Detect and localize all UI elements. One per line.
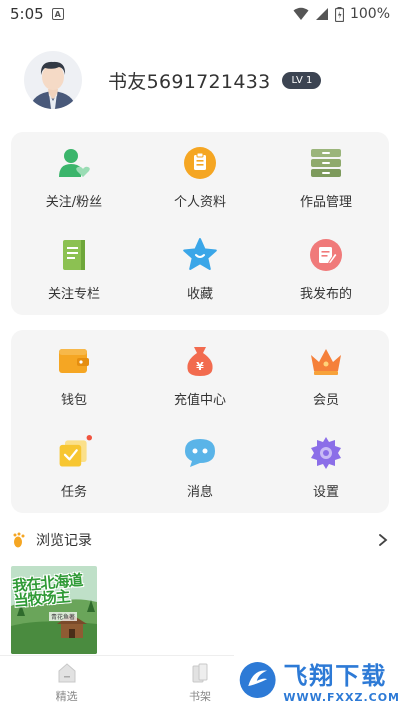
menu-my-published[interactable]: 我发布的 (263, 224, 389, 316)
gear-icon (308, 435, 344, 471)
avatar[interactable] (24, 51, 82, 109)
nav-featured[interactable]: 精选 (0, 656, 133, 710)
menu-wallet-label: 钱包 (60, 393, 87, 409)
menu-follow-columns[interactable]: 关注专栏 (11, 224, 137, 316)
menu-favorites-label: 收藏 (186, 286, 213, 302)
message-bubble-icon (182, 435, 218, 471)
username: 书友5691721433 (108, 70, 271, 93)
task-icon (56, 434, 92, 471)
signal-icon (315, 8, 328, 20)
browsing-history-header[interactable]: 浏览记录 (0, 528, 400, 552)
column-notebook-icon (56, 237, 92, 273)
menu-recharge-center-label: 充值中心 (173, 393, 226, 409)
menu-recharge-center[interactable]: ¥ 充值中心 (137, 330, 263, 422)
menu-follow-fans-label: 关注/粉丝 (45, 195, 103, 211)
nav-bookshelf-label: 书架 (188, 690, 211, 703)
crown-icon (308, 343, 344, 379)
battery-percent: 100% (349, 6, 390, 22)
menu-tasks[interactable]: 任务 (11, 422, 137, 514)
follow-fans-icon (56, 145, 92, 181)
status-bar: 5:05 A 100% (0, 0, 400, 28)
level-badge: LV 1 (282, 71, 322, 89)
menu-wallet[interactable]: 钱包 (11, 330, 137, 422)
profile-clipboard-icon (182, 145, 218, 181)
watermark-title: 飞翔下载 (283, 662, 388, 690)
menu-follow-fans[interactable]: 关注/粉丝 (11, 132, 137, 224)
book-cover-author: 青花鱼著 (49, 612, 78, 621)
svg-text:¥: ¥ (196, 360, 204, 373)
bookshelf-icon (192, 663, 208, 683)
footprint-icon (13, 532, 25, 548)
menu-follow-columns-label: 关注专栏 (47, 286, 100, 302)
menu-settings[interactable]: 设置 (263, 422, 389, 514)
menu-profile-info-label: 个人资料 (173, 195, 226, 211)
star-icon (182, 237, 218, 273)
watermark: 飞翔下载 WWW.FXXZ.COM (234, 650, 400, 710)
menu-membership-label: 会员 (312, 393, 339, 409)
wifi-icon (293, 7, 309, 20)
menu-membership[interactable]: 会员 (263, 330, 389, 422)
status-time: 5:05 (10, 5, 44, 23)
feature-panel-services: 钱包 ¥ 充值中心 会员 任务 消息 设置 (11, 330, 389, 513)
menu-tasks-label: 任务 (60, 484, 87, 500)
home-icon (58, 663, 76, 683)
watermark-url: WWW.FXXZ.COM (283, 691, 400, 704)
watermark-logo-icon (239, 662, 276, 698)
menu-messages-label: 消息 (186, 484, 213, 500)
menu-profile-info[interactable]: 个人资料 (137, 132, 263, 224)
menu-settings-label: 设置 (312, 484, 339, 500)
menu-works-manage[interactable]: 作品管理 (263, 132, 389, 224)
menu-messages[interactable]: 消息 (137, 422, 263, 514)
status-indicators: 100% (293, 6, 390, 22)
profile-header[interactable]: 书友5691721433 LV 1 (24, 50, 384, 110)
menu-works-manage-label: 作品管理 (299, 195, 352, 211)
published-icon (308, 237, 344, 273)
history-book-cover[interactable]: 我在北海道 当牧场主 青花鱼著 (11, 566, 97, 654)
works-drawer-icon (308, 145, 344, 181)
wallet-icon (56, 343, 92, 379)
chevron-right-icon[interactable] (378, 533, 388, 547)
notification-a-icon: A (51, 8, 64, 20)
book-cover-title: 我在北海道 当牧场主 (11, 571, 83, 610)
battery-icon (334, 6, 344, 22)
browsing-history-title: 浏览记录 (36, 533, 92, 549)
money-bag-icon: ¥ (182, 343, 218, 379)
feature-panel-account: 关注/粉丝 个人资料 作品管理 关注专栏 收藏 我发布的 (11, 132, 389, 315)
menu-my-published-label: 我发布的 (299, 286, 352, 302)
menu-favorites[interactable]: 收藏 (137, 224, 263, 316)
nav-featured-label: 精选 (55, 690, 78, 703)
